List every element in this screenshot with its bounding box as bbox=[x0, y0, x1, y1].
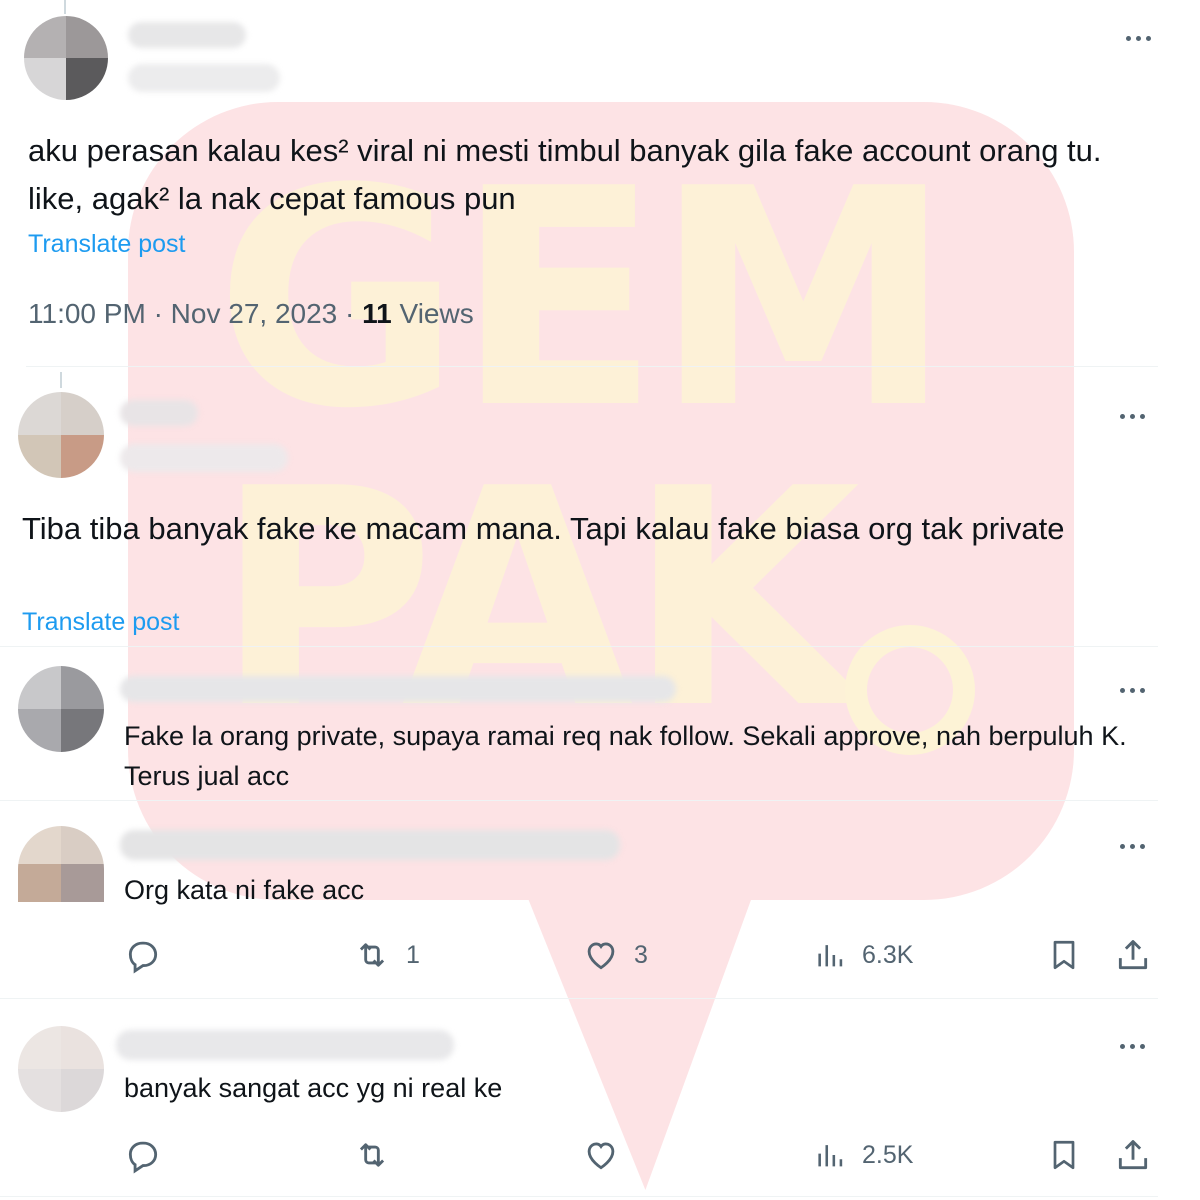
reply-button[interactable] bbox=[124, 1136, 162, 1174]
avatar[interactable] bbox=[18, 666, 104, 752]
views-label: Views bbox=[399, 298, 474, 329]
views-count: 2.5K bbox=[862, 1140, 914, 1169]
more-icon[interactable] bbox=[1120, 688, 1145, 693]
share-button[interactable] bbox=[1114, 936, 1152, 974]
display-name-redacted[interactable] bbox=[120, 400, 198, 426]
translate-post-link[interactable]: Translate post bbox=[22, 608, 179, 637]
retweet-count: 1 bbox=[406, 940, 420, 969]
tweet-text: aku perasan kalau kes² viral ni mesti ti… bbox=[28, 133, 1102, 216]
views-button[interactable]: 6.3K bbox=[814, 936, 913, 974]
share-button[interactable] bbox=[1114, 1136, 1152, 1174]
avatar[interactable] bbox=[18, 826, 104, 902]
user-info-redacted[interactable] bbox=[120, 830, 620, 860]
views-count: 11 bbox=[362, 298, 392, 329]
more-icon[interactable] bbox=[1120, 844, 1145, 849]
divider bbox=[0, 800, 1158, 801]
share-icon bbox=[1118, 940, 1148, 970]
tweet-text: Tiba tiba banyak fake ke macam mana. Tap… bbox=[22, 511, 1065, 546]
reply-text: banyak sangat acc yg ni real ke bbox=[124, 1073, 503, 1103]
divider bbox=[0, 646, 1158, 647]
thread-line bbox=[64, 0, 66, 14]
bookmark-icon bbox=[1053, 940, 1075, 970]
retweet-button[interactable]: 1 bbox=[352, 936, 420, 974]
retweet-icon bbox=[359, 1143, 385, 1167]
avatar[interactable] bbox=[24, 16, 108, 100]
reply-text: Fake la orang private, supaya ramai req … bbox=[124, 721, 1127, 791]
tweet-meta: 11:00 PM · Nov 27, 2023 · 11 Views bbox=[28, 298, 474, 329]
like-icon bbox=[587, 1142, 615, 1170]
reply-button[interactable] bbox=[124, 936, 162, 974]
share-icon bbox=[1118, 1140, 1148, 1170]
views-count: 6.3K bbox=[862, 940, 914, 969]
username-redacted[interactable] bbox=[120, 444, 288, 472]
bookmark-icon bbox=[1053, 1140, 1075, 1170]
avatar[interactable] bbox=[18, 1026, 104, 1112]
like-icon bbox=[587, 942, 615, 970]
reply-icon bbox=[128, 1141, 158, 1174]
views-icon bbox=[818, 945, 843, 967]
like-button[interactable]: 3 bbox=[582, 936, 648, 974]
display-name-redacted[interactable] bbox=[128, 22, 246, 48]
more-icon[interactable] bbox=[1120, 1044, 1145, 1049]
divider bbox=[26, 366, 1158, 367]
views-icon bbox=[818, 1145, 843, 1167]
thread-line bbox=[60, 372, 62, 388]
retweet-button[interactable] bbox=[352, 1136, 392, 1174]
reply-icon bbox=[128, 941, 158, 974]
more-icon[interactable] bbox=[1120, 414, 1145, 419]
more-icon[interactable] bbox=[1126, 36, 1151, 41]
divider bbox=[0, 1196, 1158, 1197]
translate-post-link[interactable]: Translate post bbox=[28, 230, 185, 259]
divider bbox=[0, 998, 1158, 999]
avatar[interactable] bbox=[18, 392, 104, 478]
username-redacted[interactable] bbox=[128, 64, 280, 92]
views-button[interactable]: 2.5K bbox=[814, 1136, 913, 1174]
tweet-time[interactable]: 11:00 PM bbox=[28, 298, 146, 329]
bookmark-button[interactable] bbox=[1046, 936, 1082, 974]
bookmark-button[interactable] bbox=[1046, 1136, 1082, 1174]
like-count: 3 bbox=[634, 940, 648, 969]
tweet-date[interactable]: Nov 27, 2023 bbox=[171, 298, 338, 329]
user-info-redacted[interactable] bbox=[116, 1030, 454, 1060]
reply-text: Org kata ni fake acc bbox=[124, 875, 365, 905]
retweet-icon bbox=[359, 943, 385, 967]
like-button[interactable] bbox=[582, 1136, 620, 1174]
user-info-redacted[interactable] bbox=[120, 676, 676, 702]
